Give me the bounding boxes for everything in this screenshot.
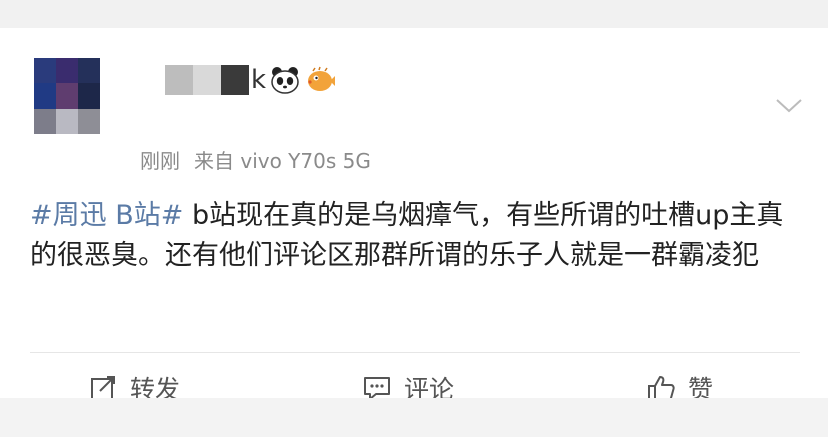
bottom-separator [0,398,828,437]
top-separator [0,0,828,8]
pufferfish-icon [304,66,336,94]
username-tail: k [251,65,267,95]
avatar[interactable] [34,58,100,134]
post-content: #周迅 B站# b站现在真的是乌烟瘴气，有些所谓的吐槽up主真的很恶臭。还有他们… [30,196,800,276]
post-card: k 刚刚 来自 vivo Y70s 5G #周迅 B站# b站现在真的是乌烟瘴气… [0,28,828,404]
chevron-down-icon[interactable] [774,96,804,116]
username[interactable]: k [165,62,336,98]
post-time: 刚刚 [140,149,180,173]
username-mosaic [165,65,249,95]
post-meta: 刚刚 来自 vivo Y70s 5G [140,145,371,174]
topic-link[interactable]: #周迅 B站# [30,200,183,231]
divider [30,352,800,353]
panda-icon [270,66,300,94]
post-source[interactable]: 来自 vivo Y70s 5G [194,145,371,174]
